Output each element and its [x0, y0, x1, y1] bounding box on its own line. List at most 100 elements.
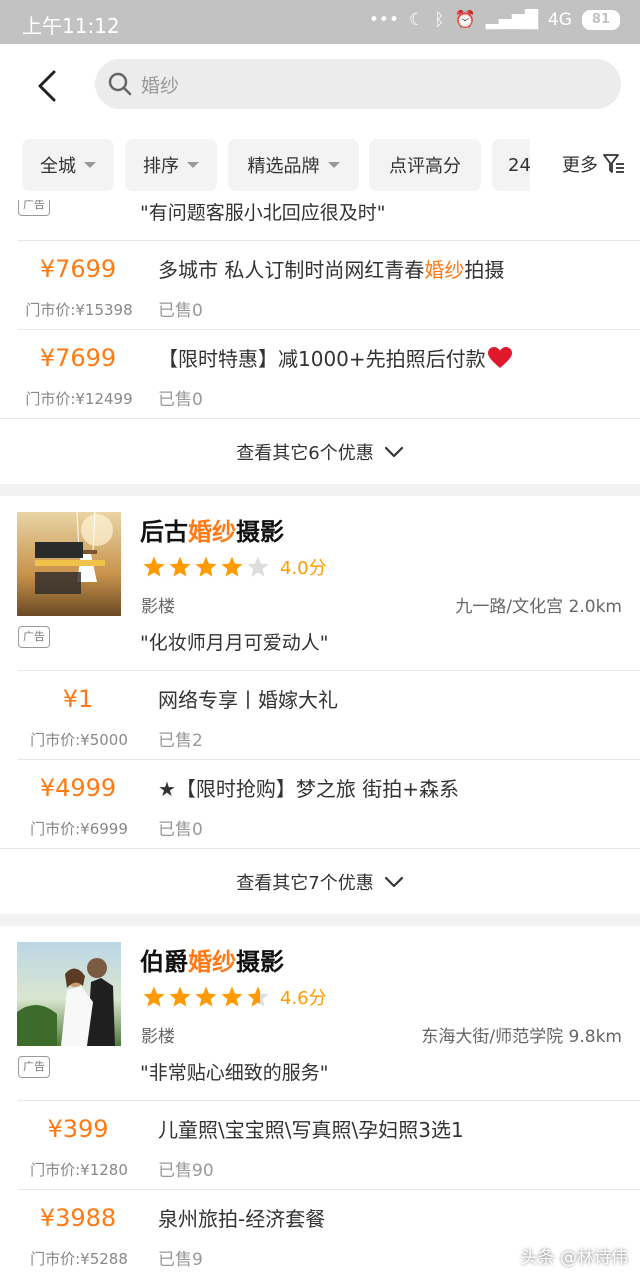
star-icon	[195, 986, 217, 1007]
shop-category: 影楼	[141, 597, 175, 617]
deal-title: 儿童照\宝宝照\写真照\孕妇照3选1	[158, 1118, 464, 1142]
star-icon	[247, 556, 269, 577]
deal-original-price: 门市价:¥1280	[30, 1161, 128, 1179]
caret-down-icon	[84, 162, 96, 168]
deal-original-price: 门市价:¥5000	[30, 731, 128, 749]
show-more-deals-button[interactable]: 查看其它7个优惠	[0, 848, 640, 914]
deal-price: ¥7699	[39, 344, 117, 372]
filter-label: 全城	[40, 156, 76, 177]
deal-price: ¥4999	[39, 774, 117, 802]
deal-title: ★【限时抢购】梦之旅 街拍+森系	[158, 777, 460, 801]
filter-high-rating[interactable]: 点评高分	[369, 139, 481, 191]
show-more-deals-button[interactable]: 查看其它6个优惠	[0, 418, 640, 484]
deal-price: ¥1	[62, 685, 94, 713]
deal-title: 泉州旅拍-经济套餐	[158, 1207, 326, 1231]
moon-icon: ☾	[408, 10, 425, 30]
deal-price: ¥7699	[39, 255, 117, 283]
star-icon	[195, 556, 217, 577]
shop-location: 九一路/文化宫 2.0km	[455, 597, 622, 617]
status-time: 上午11:12	[22, 14, 120, 38]
deal-sold: 已售0	[158, 390, 203, 410]
star-icon	[143, 556, 165, 577]
show-more-label: 查看其它6个优惠	[236, 442, 374, 464]
deal-sold: 已售2	[158, 731, 203, 751]
deal-sold: 已售90	[158, 1161, 214, 1181]
star-icon	[247, 986, 269, 1007]
deal-row[interactable]: ¥4999 门市价:¥6999 ★【限时抢购】梦之旅 街拍+森系 已售0	[18, 759, 640, 848]
deal-row[interactable]: ¥1 门市价:¥5000 网络专享丨婚嫁大礼 已售2	[18, 670, 640, 759]
shop-thumbnail[interactable]	[17, 942, 121, 1046]
battery-icon: 81	[581, 10, 620, 30]
star-icon	[143, 986, 165, 1007]
filter-brand[interactable]: 精选品牌	[228, 139, 359, 191]
caret-down-icon	[187, 162, 199, 168]
shop-review: "有问题客服小北回应很及时"	[140, 202, 386, 224]
rating-score: 4.6分	[280, 988, 327, 1009]
ad-badge: 广告	[18, 626, 50, 648]
chevron-down-icon	[384, 446, 403, 457]
deal-original-price: 门市价:¥15398	[25, 301, 133, 319]
deal-original-price: 门市价:¥5288	[30, 1250, 128, 1268]
star-icon	[169, 556, 191, 577]
back-arrow-icon[interactable]	[30, 66, 66, 106]
more-dots-icon: •••	[368, 10, 399, 30]
signal-icon: ▂▄▆█	[485, 10, 538, 30]
deal-sold: 已售9	[158, 1250, 203, 1270]
shop-card[interactable]: 广告 "有问题客服小北回应很及时" ¥7699 门市价:¥15398 多城市 私…	[0, 200, 640, 484]
bluetooth-icon: ᛒ	[434, 10, 445, 30]
deal-price: ¥3988	[39, 1204, 117, 1232]
caret-down-icon	[327, 162, 340, 168]
deal-row[interactable]: ¥7699 门市价:¥12499 【限时特惠】减1000+先拍照后付款 已售0	[18, 329, 640, 418]
alarm-icon: ⏰	[454, 10, 476, 30]
deal-title: 网络专享丨婚嫁大礼	[158, 688, 338, 712]
deal-title: 多城市 私人订制时尚网红青春婚纱拍摄	[158, 258, 505, 282]
heart-icon	[487, 347, 512, 368]
shop-photo	[17, 512, 121, 616]
filter-label: 点评高分	[389, 156, 461, 177]
filter-label: 排序	[143, 156, 179, 177]
more-label: 更多	[562, 155, 598, 176]
search-input[interactable]: 婚纱	[95, 59, 621, 109]
shop-review: "化妆师月月可爱动人"	[140, 632, 329, 654]
shop-category: 影楼	[141, 1027, 175, 1047]
filter-sort[interactable]: 排序	[125, 139, 217, 191]
shop-card[interactable]: 广告 后古婚纱摄影 4.0分 影楼 九一路/文化宫 2.0km "化妆师月月可爱…	[0, 496, 640, 914]
filter-bar: 全城 排序 精选品牌 点评高分 24 更多	[0, 128, 640, 200]
rating-score: 4.0分	[280, 558, 327, 579]
ad-badge: 广告	[18, 200, 50, 216]
deal-title: 【限时特惠】减1000+先拍照后付款	[158, 343, 514, 372]
status-icons: ••• ☾ ᛒ ⏰ ▂▄▆█ 4G 81	[369, 10, 620, 30]
network-label: 4G	[547, 10, 572, 30]
deal-row[interactable]: ¥7699 门市价:¥15398 多城市 私人订制时尚网红青春婚纱拍摄 已售0	[18, 240, 640, 329]
search-icon	[108, 72, 132, 96]
deal-row[interactable]: ¥399 门市价:¥1280 儿童照\宝宝照\写真照\孕妇照3选1 已售90	[18, 1100, 640, 1189]
rating-stars: 4.0分	[142, 554, 327, 580]
deal-original-price: 门市价:¥12499	[25, 390, 133, 408]
show-more-label: 查看其它7个优惠	[236, 872, 374, 894]
shop-photo	[17, 942, 121, 1046]
star-icon	[221, 556, 243, 577]
filter-label: 精选品牌	[247, 156, 320, 177]
watermark: 头条 @林诗伟	[520, 1248, 628, 1268]
star-icon	[221, 986, 243, 1007]
status-bar: 上午11:12 ••• ☾ ᛒ ⏰ ▂▄▆█ 4G 81	[0, 0, 640, 44]
shop-name[interactable]: 伯爵婚纱摄影	[140, 942, 284, 977]
shop-thumbnail[interactable]	[17, 512, 121, 616]
ad-badge: 广告	[18, 1056, 50, 1078]
more-filters-button[interactable]: 更多	[530, 128, 640, 200]
shop-name[interactable]: 后古婚纱摄影	[140, 512, 284, 547]
rating-stars: 4.6分	[142, 984, 327, 1010]
star-icon	[169, 986, 191, 1007]
filter-funnel-icon	[603, 154, 624, 173]
filter-label: 24	[508, 154, 531, 176]
results-list[interactable]: 广告 "有问题客服小北回应很及时" ¥7699 门市价:¥15398 多城市 私…	[0, 200, 640, 1280]
chevron-down-icon	[384, 876, 403, 887]
deal-original-price: 门市价:¥6999	[30, 820, 128, 838]
shop-location: 东海大街/师范学院 9.8km	[421, 1027, 622, 1047]
search-header: 婚纱	[0, 44, 640, 128]
deal-sold: 已售0	[158, 301, 203, 321]
deal-sold: 已售0	[158, 820, 203, 840]
shop-card[interactable]: 广告 伯爵婚纱摄影 4.6分 影楼 东海大街/师范学院 9.8km "非常贴心细…	[0, 926, 640, 1280]
shop-review: "非常贴心细致的服务"	[140, 1062, 329, 1084]
filter-city[interactable]: 全城	[22, 139, 114, 191]
